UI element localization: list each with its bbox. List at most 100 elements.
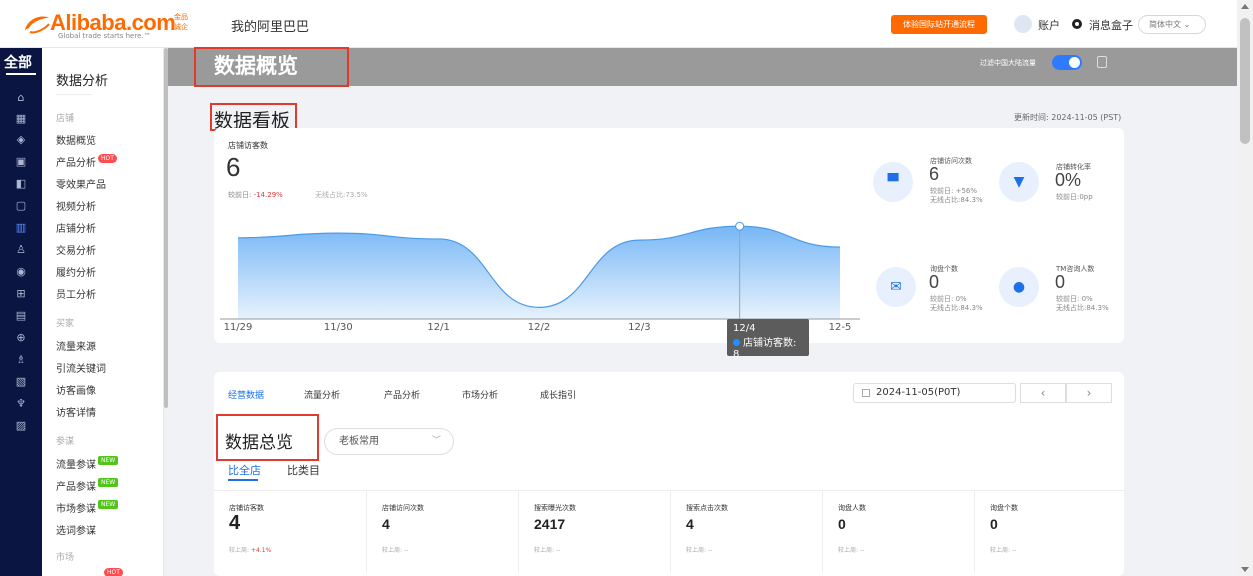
submenu-item-market-advisor[interactable]: 市场参谋 NEW bbox=[56, 500, 119, 515]
bar-chart-icon[interactable]: ▥ bbox=[11, 220, 31, 236]
my-alibaba-link[interactable]: 我的阿里巴巴 bbox=[231, 16, 309, 35]
monitor-icon[interactable]: ▢ bbox=[11, 198, 31, 214]
submenu-item-store-analysis[interactable]: 店铺分析 bbox=[56, 220, 96, 235]
message-icon[interactable] bbox=[1072, 19, 1082, 29]
compare-value: -- bbox=[859, 547, 865, 554]
stat-card[interactable]: 询盘人数 0 较上周: -- bbox=[822, 492, 974, 572]
metric-icon-wrap: ✉ bbox=[876, 267, 916, 307]
date-value: 2024-11-05(P0T) bbox=[876, 387, 961, 398]
submenu-item-keywords[interactable]: 引流关键词 bbox=[56, 360, 106, 375]
shop-icon[interactable]: ▦ bbox=[11, 111, 31, 127]
stat-value: 4 bbox=[382, 516, 390, 532]
tree-icon[interactable]: ♆ bbox=[11, 396, 31, 412]
stat-card[interactable]: 店铺访客数 4 较上周: +4.1% bbox=[214, 492, 366, 572]
subtab-category[interactable]: 比类目 bbox=[287, 462, 320, 478]
submenu-group-market: 市场 bbox=[56, 553, 75, 563]
submenu-item-visitor-details[interactable]: 访客详情 bbox=[56, 404, 96, 419]
submenu-item-video-analysis[interactable]: 视频分析 bbox=[56, 198, 96, 213]
store-visitors-label: 店铺访客数 bbox=[228, 141, 268, 150]
home-icon[interactable]: ⌂ bbox=[11, 90, 31, 106]
stat-compare: 较上周: -- bbox=[990, 545, 1016, 554]
metric-icon-wrap: ▀ bbox=[873, 162, 913, 202]
nav-all[interactable]: 全部 bbox=[4, 52, 32, 72]
submenu-item-product-analysis[interactable]: 产品分析 HOT bbox=[56, 154, 117, 169]
scroll-up-arrow-icon[interactable] bbox=[1241, 4, 1249, 9]
globe-icon[interactable]: ⊕ bbox=[11, 330, 31, 346]
stat-card[interactable]: 询盘个数 0 较上周: -- bbox=[974, 492, 1126, 572]
export-icon[interactable] bbox=[1097, 56, 1107, 68]
submenu-item-visitor-profile[interactable]: 访客画像 bbox=[56, 382, 96, 397]
metric-value: 0 bbox=[929, 272, 940, 292]
left-nav: 全部 ⌂ ▦ ◈ ▣ ◧ ▢ ▥ ♙ ◉ ⊞ ▤ ⊕ ♗ ▧ ♆ ▨ bbox=[0, 48, 42, 576]
layout-icon[interactable]: ⊞ bbox=[11, 286, 31, 302]
view-select[interactable]: 老板常用 ﹀ bbox=[324, 428, 454, 455]
stat-label: 搜索曝光次数 bbox=[534, 504, 576, 512]
image-plus-icon[interactable]: ◧ bbox=[11, 176, 31, 192]
analytics-submenu: 数据分析 店铺 数据概览 产品分析 HOT 零效果产品 视频分析 店铺分析 交易分… bbox=[42, 48, 164, 576]
tab-operations[interactable]: 经营数据 bbox=[228, 388, 264, 401]
divider bbox=[56, 94, 92, 95]
submenu-item-traffic-advisor[interactable]: 流量参谋 NEW bbox=[56, 456, 119, 471]
subtab-whole-store[interactable]: 比全店 bbox=[228, 462, 261, 478]
chart-area bbox=[238, 226, 840, 319]
person-flag-icon[interactable]: ♗ bbox=[11, 352, 31, 368]
tab-product[interactable]: 产品分析 bbox=[384, 388, 420, 401]
stat-value: 0 bbox=[838, 516, 846, 532]
submenu-scrollbar[interactable] bbox=[164, 48, 168, 408]
chevron-down-icon: ﹀ bbox=[431, 436, 441, 446]
annotation-box bbox=[216, 414, 319, 461]
message-box-link[interactable]: 消息盒子 bbox=[1089, 17, 1133, 33]
truck-icon[interactable]: ▧ bbox=[11, 374, 31, 390]
metric-icon-wrap: ● bbox=[999, 267, 1039, 307]
prev-date-button[interactable]: ‹ bbox=[1020, 383, 1066, 403]
top-bar: Alibaba.com Global trade starts here.™ 金… bbox=[0, 0, 1237, 48]
open-intl-station-button[interactable]: 体验国际站开通流程 bbox=[891, 15, 987, 34]
nav-all-underline bbox=[6, 73, 36, 75]
submenu-item-trade-analysis[interactable]: 交易分析 bbox=[56, 242, 96, 257]
submenu-item-market-hot[interactable]: HOT bbox=[102, 568, 123, 576]
stat-value: 4 bbox=[229, 512, 241, 534]
alibaba-logo[interactable]: Alibaba.com Global trade starts here.™ 金… bbox=[22, 10, 190, 40]
annotation-box bbox=[194, 47, 349, 87]
data-point[interactable] bbox=[735, 221, 745, 231]
briefcase-icon[interactable]: ▨ bbox=[11, 418, 31, 434]
traffic-filter-label: 过滤中国大陆流量 bbox=[980, 59, 1036, 67]
submenu-item-keyword-advisor[interactable]: 选词参谋 bbox=[56, 522, 96, 537]
submenu-item-staff-analysis[interactable]: 员工分析 bbox=[56, 286, 96, 301]
scroll-thumb[interactable] bbox=[1240, 18, 1250, 144]
stat-card[interactable]: 搜索点击次数 4 较上周: -- bbox=[670, 492, 822, 572]
traffic-filter-toggle[interactable] bbox=[1052, 55, 1082, 70]
user-icon[interactable]: ♙ bbox=[11, 242, 31, 258]
series-dot-icon bbox=[733, 339, 740, 346]
x-tick-label: 11/29 bbox=[224, 322, 253, 333]
metric-value: 0 bbox=[1055, 272, 1066, 292]
avatar[interactable] bbox=[1014, 15, 1032, 33]
date-picker[interactable]: 2024-11-05(P0T) bbox=[853, 383, 1016, 403]
stat-card[interactable]: 搜索曝光次数 2417 较上周: -- bbox=[518, 492, 670, 572]
broadcast-icon[interactable]: ◉ bbox=[11, 264, 31, 280]
language-select[interactable]: 简体中文 ⌄ bbox=[1138, 15, 1206, 34]
shield-icon[interactable]: ◈ bbox=[11, 132, 31, 148]
account-link[interactable]: 账户 bbox=[1038, 17, 1060, 33]
submenu-item-product-advisor[interactable]: 产品参谋 NEW bbox=[56, 478, 119, 493]
funnel-icon: ▼ bbox=[1013, 174, 1025, 190]
stat-label: 询盘人数 bbox=[838, 504, 866, 512]
stat-card[interactable]: 店铺访问次数 4 较上周: -- bbox=[366, 492, 518, 572]
page-scrollbar[interactable] bbox=[1237, 0, 1253, 576]
next-date-button[interactable]: › bbox=[1066, 383, 1112, 403]
scroll-down-arrow-icon[interactable] bbox=[1241, 567, 1249, 572]
divider bbox=[214, 490, 1124, 491]
submenu-item-fulfillment-analysis[interactable]: 履约分析 bbox=[56, 264, 96, 279]
metric-wireless: 无线占比:84.3% bbox=[1056, 304, 1109, 312]
document-icon[interactable]: ▤ bbox=[11, 308, 31, 324]
stat-compare: 较上周: -- bbox=[838, 545, 864, 554]
compare-label: 较上周: bbox=[686, 547, 707, 554]
tab-traffic[interactable]: 流量分析 bbox=[304, 388, 340, 401]
submenu-item-traffic-source[interactable]: 流量来源 bbox=[56, 338, 96, 353]
tab-market[interactable]: 市场分析 bbox=[462, 388, 498, 401]
card-icon[interactable]: ▣ bbox=[11, 154, 31, 170]
submenu-item-zero-effect[interactable]: 零效果产品 bbox=[56, 176, 106, 191]
tab-growth[interactable]: 成长指引 bbox=[540, 388, 576, 401]
submenu-item-data-overview[interactable]: 数据概览 bbox=[56, 132, 96, 147]
metric-compare: 较前日: +56% bbox=[930, 187, 978, 195]
